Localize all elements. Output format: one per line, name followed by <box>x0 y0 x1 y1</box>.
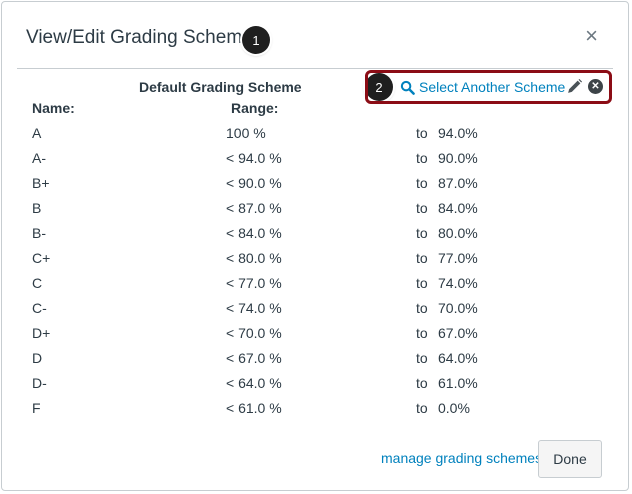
grade-to: to <box>416 225 428 241</box>
grade-range: < 74.0 % <box>226 300 282 316</box>
table-row: A 100 % to 94.0% <box>2 120 628 145</box>
grade-name: C <box>32 275 43 291</box>
grade-min: 77.0% <box>438 250 478 266</box>
grade-to: to <box>416 400 428 416</box>
pencil-icon[interactable] <box>566 78 583 95</box>
grade-min: 67.0% <box>438 325 478 341</box>
grade-to: to <box>416 350 428 366</box>
callout-1-badge: 1 <box>242 26 270 54</box>
grade-min: 80.0% <box>438 225 478 241</box>
grade-name: A- <box>32 150 46 166</box>
table-row: B < 87.0 % to 84.0% <box>2 195 628 220</box>
dialog-header: View/Edit Grading Scheme 1 × <box>2 2 628 68</box>
table-row: A- < 94.0 % to 90.0% <box>2 145 628 170</box>
scheme-title: Default Grading Scheme <box>139 79 302 95</box>
grade-name: D+ <box>32 325 51 341</box>
grade-name: C+ <box>32 250 51 266</box>
grade-name: C- <box>32 300 47 316</box>
grade-name: A <box>32 125 42 141</box>
table-row: D- < 64.0 % to 61.0% <box>2 370 628 395</box>
select-another-scheme-label: Select Another Scheme <box>419 79 566 95</box>
grade-to: to <box>416 300 428 316</box>
table-row: B- < 84.0 % to 80.0% <box>2 220 628 245</box>
grade-min: 74.0% <box>438 275 478 291</box>
select-another-scheme-link[interactable]: Select Another Scheme <box>400 79 565 95</box>
grade-to: to <box>416 150 428 166</box>
header-divider <box>17 68 613 69</box>
name-column-header: Name: <box>32 100 75 116</box>
grade-to: to <box>416 200 428 216</box>
grade-range: < 70.0 % <box>226 325 282 341</box>
grade-name: D- <box>32 375 47 391</box>
grade-to: to <box>416 375 428 391</box>
grade-min: 70.0% <box>438 300 478 316</box>
dialog-title: View/Edit Grading Scheme <box>26 27 253 48</box>
grade-name: F <box>32 400 41 416</box>
grade-range: < 90.0 % <box>226 175 282 191</box>
search-icon <box>400 80 415 95</box>
grade-to: to <box>416 125 428 141</box>
table-row: C- < 74.0 % to 70.0% <box>2 295 628 320</box>
grade-range: < 80.0 % <box>226 250 282 266</box>
grade-min: 84.0% <box>438 200 478 216</box>
grade-range: < 77.0 % <box>226 275 282 291</box>
table-row: C < 77.0 % to 74.0% <box>2 270 628 295</box>
grade-min: 0.0% <box>438 400 470 416</box>
range-column-header: Range: <box>231 100 279 116</box>
grade-name: B <box>32 200 42 216</box>
table-row: D+ < 70.0 % to 67.0% <box>2 320 628 345</box>
grade-min: 90.0% <box>438 150 478 166</box>
grade-to: to <box>416 275 428 291</box>
grade-range: < 84.0 % <box>226 225 282 241</box>
grade-range: < 67.0 % <box>226 350 282 366</box>
grade-name: D <box>32 350 43 366</box>
manage-grading-schemes-link[interactable]: manage grading schemes <box>381 450 542 466</box>
grade-min: 64.0% <box>438 350 478 366</box>
grade-min: 94.0% <box>438 125 478 141</box>
grade-to: to <box>416 175 428 191</box>
grade-range: < 87.0 % <box>226 200 282 216</box>
table-row: B+ < 90.0 % to 87.0% <box>2 170 628 195</box>
grade-min: 61.0% <box>438 375 478 391</box>
grade-range: < 64.0 % <box>226 375 282 391</box>
grade-range: < 61.0 % <box>226 400 282 416</box>
grade-min: 87.0% <box>438 175 478 191</box>
close-icon[interactable]: × <box>585 25 598 47</box>
table-row: C+ < 80.0 % to 77.0% <box>2 245 628 270</box>
close-circle-icon[interactable]: ✕ <box>588 79 603 94</box>
table-row: D < 67.0 % to 64.0% <box>2 345 628 370</box>
grade-to: to <box>416 250 428 266</box>
grade-name: B+ <box>32 175 50 191</box>
grade-range: < 94.0 % <box>226 150 282 166</box>
grade-to: to <box>416 325 428 341</box>
table-row: F < 61.0 % to 0.0% <box>2 395 628 420</box>
grade-name: B- <box>32 225 46 241</box>
grade-range: 100 % <box>226 125 266 141</box>
grading-scheme-dialog: View/Edit Grading Scheme 1 × Default Gra… <box>1 1 629 491</box>
done-button[interactable]: Done <box>538 440 602 478</box>
